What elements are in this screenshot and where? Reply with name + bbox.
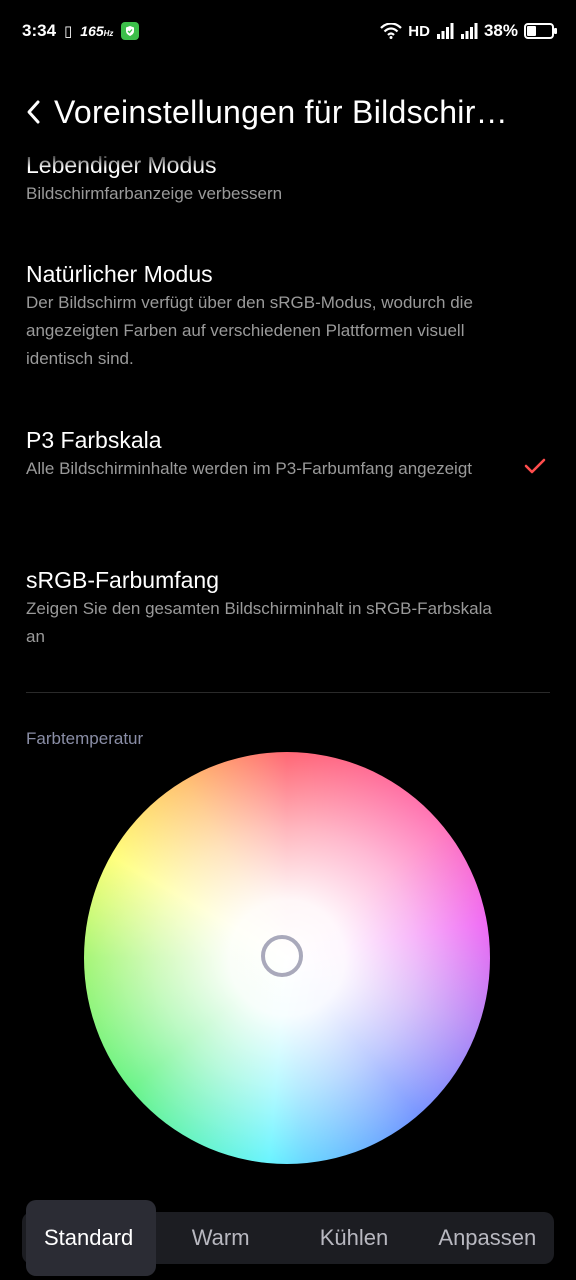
- option-vivid-mode[interactable]: Lebendiger Modus Bildschirmfarbanzeige v…: [26, 150, 550, 208]
- network-type: HD: [408, 22, 430, 40]
- back-arrow-icon[interactable]: [22, 97, 46, 127]
- tab-custom[interactable]: Anpassen: [421, 1212, 554, 1264]
- option-title: sRGB-Farbumfang: [26, 567, 220, 593]
- option-natural-mode[interactable]: Natürlicher Modus Der Bildschirm verfügt…: [26, 259, 550, 373]
- checkmark-icon: [524, 458, 546, 474]
- option-description: Bildschirmfarbanzeige verbessern: [26, 184, 283, 203]
- option-title: Lebendiger Modus: [26, 152, 217, 178]
- divider: [26, 692, 550, 693]
- wifi-icon: [380, 23, 403, 39]
- option-description: Der Bildschirm verfügt über den sRGB-Mod…: [26, 293, 473, 368]
- option-p3-gamut[interactable]: P3 Farbskala Alle Bildschirminhalte werd…: [26, 425, 550, 483]
- refresh-rate: 165Hz: [80, 23, 114, 39]
- option-title: Natürlicher Modus: [26, 261, 213, 287]
- option-description: Alle Bildschirminhalte werden im P3-Farb…: [26, 459, 472, 478]
- tab-standard[interactable]: Standard: [22, 1212, 154, 1264]
- color-wheel-handle[interactable]: [261, 935, 303, 977]
- status-bar: 3:34 ▯ 165Hz HD 38%: [0, 0, 576, 62]
- battery-icon: [524, 23, 557, 39]
- color-temperature-label: Farbtemperatur: [26, 729, 144, 748]
- page-title: Voreinstellungen für Bildschir…: [54, 93, 508, 130]
- shield-icon: [121, 22, 140, 40]
- option-description: Zeigen Sie den gesamten Bildschirminhalt…: [26, 599, 492, 646]
- option-srgb-gamut[interactable]: sRGB-Farbumfang Zeigen Sie den gesamten …: [26, 565, 550, 651]
- tab-cool[interactable]: Kühlen: [287, 1212, 420, 1264]
- signal-icon: [436, 23, 454, 39]
- header: Voreinstellungen für Bildschir…: [0, 84, 576, 140]
- status-time: 3:34: [22, 21, 57, 40]
- battery-percent: 38%: [483, 21, 518, 40]
- vibrate-icon: ▯: [64, 23, 73, 40]
- tab-warm[interactable]: Warm: [154, 1212, 287, 1264]
- color-preset-tabs: Standard Warm Kühlen Anpassen: [22, 1200, 554, 1276]
- signal-icon-2: [460, 23, 478, 39]
- option-title: P3 Farbskala: [26, 427, 162, 453]
